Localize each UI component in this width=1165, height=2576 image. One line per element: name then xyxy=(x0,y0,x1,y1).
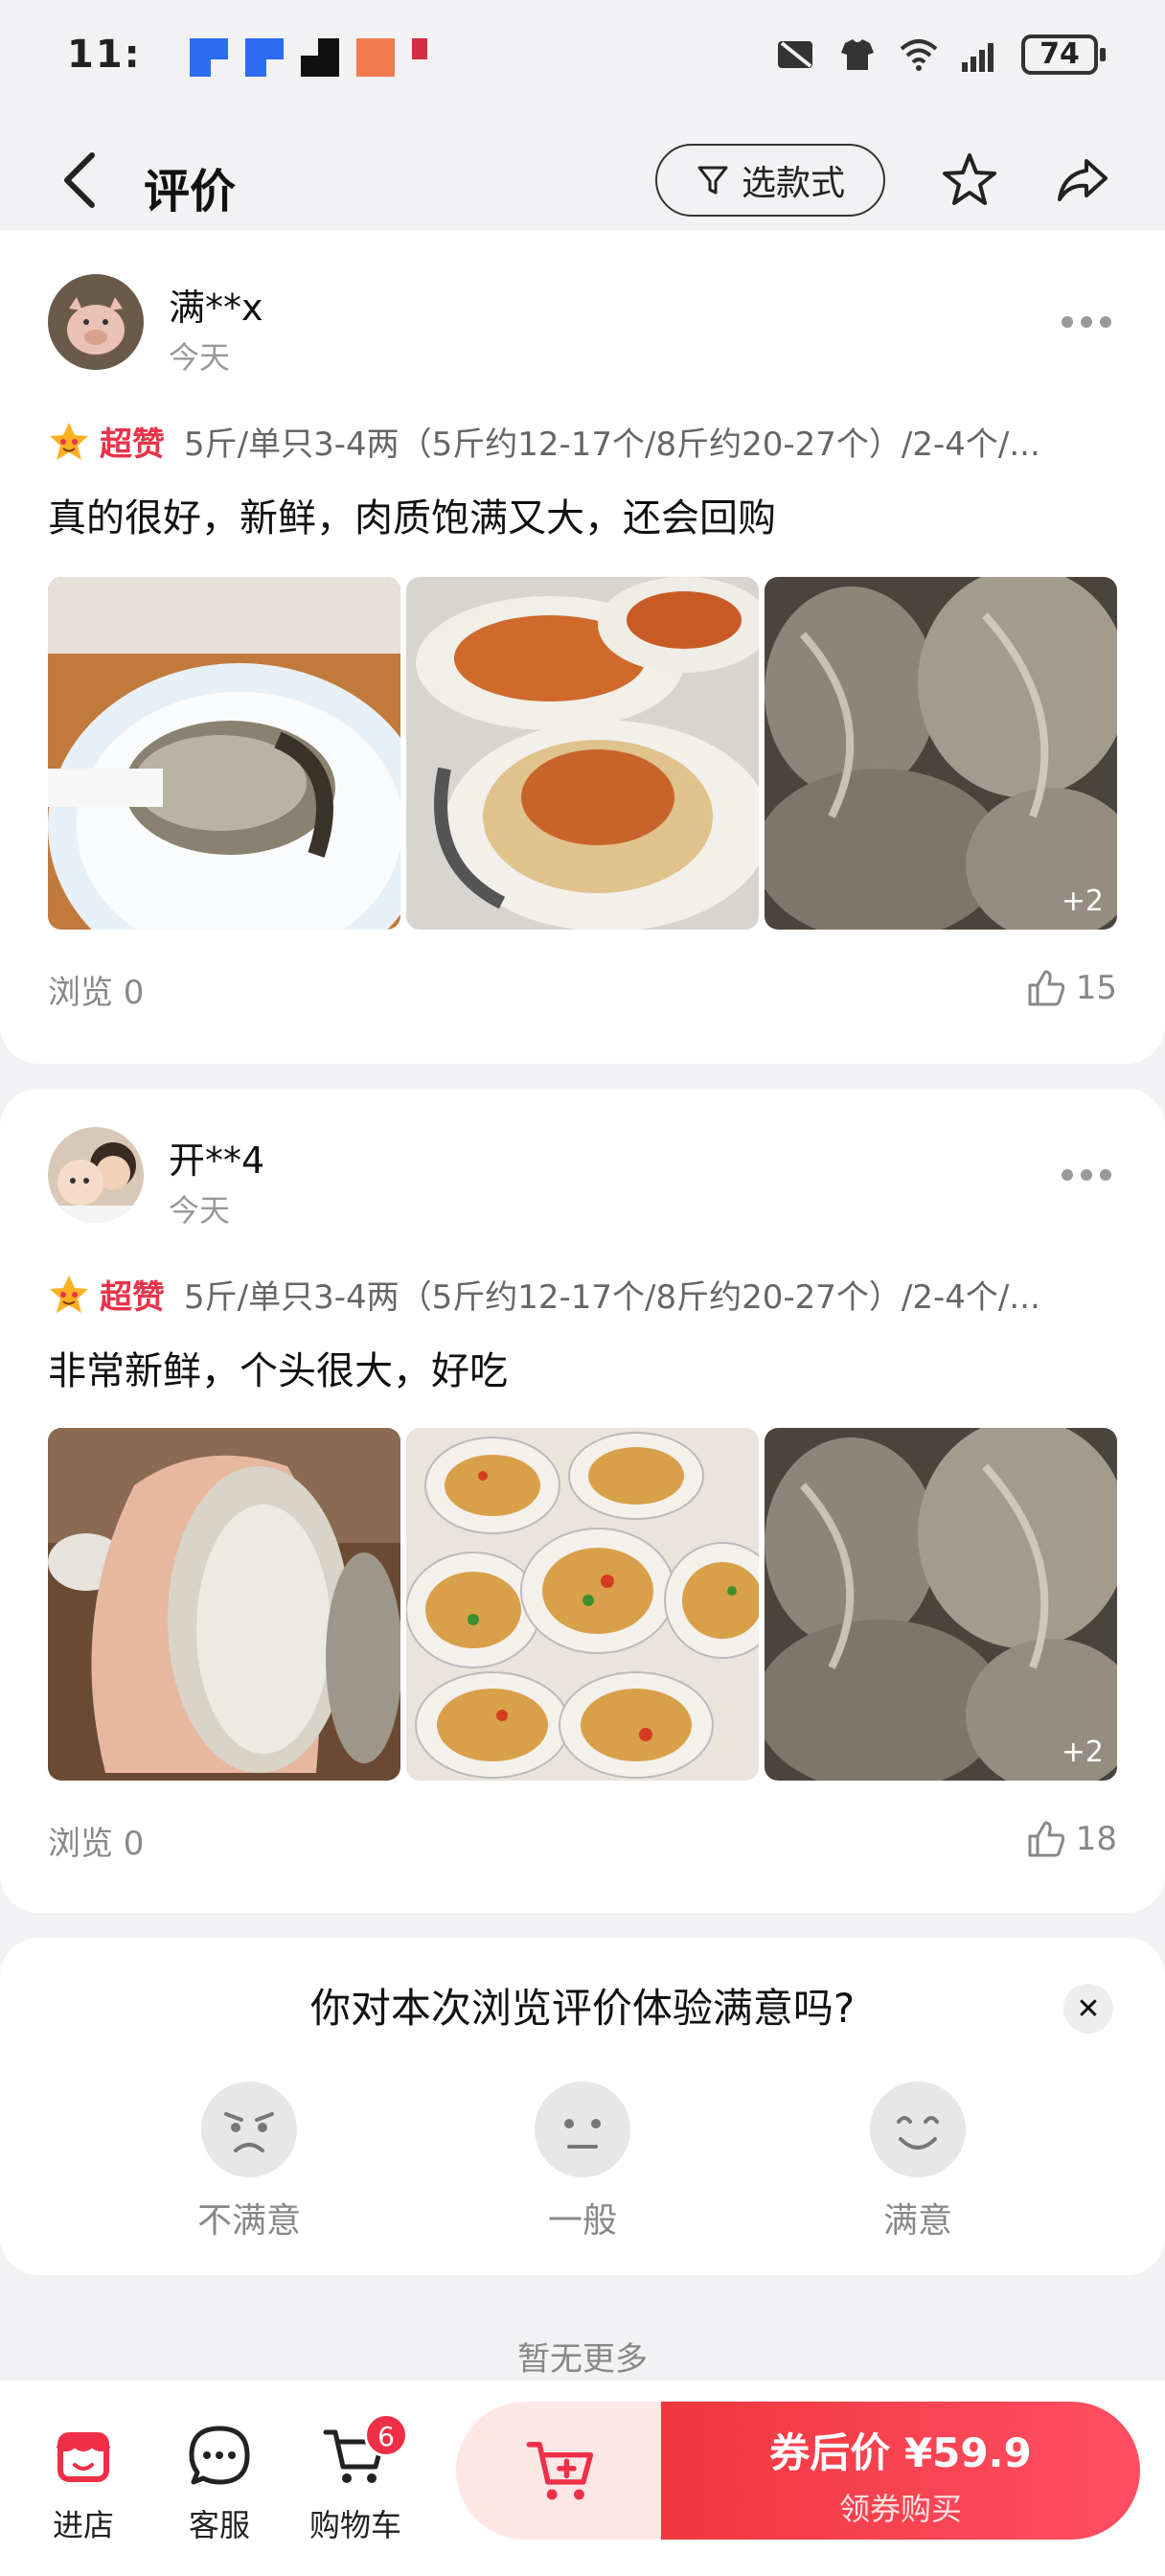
survey-option-satisfied[interactable]: 满意 xyxy=(832,2080,1004,2242)
store-icon xyxy=(56,2432,111,2482)
system-status-icons: 74 xyxy=(776,34,1106,75)
survey-option-unsatisfied[interactable]: 不满意 xyxy=(163,2080,335,2242)
more-photos-count: +2 xyxy=(1061,885,1104,918)
more-options-icon[interactable] xyxy=(1062,316,1111,330)
review-photos: +2 xyxy=(48,577,1117,930)
status-bar: 11: 74 xyxy=(0,0,1165,115)
star-face-icon xyxy=(50,1275,88,1313)
app-notification-icon xyxy=(190,38,228,77)
store-label: 进店 xyxy=(52,2507,114,2543)
select-style-button[interactable]: 选款式 xyxy=(655,144,885,217)
add-to-cart-icon xyxy=(526,2442,594,2500)
coupon-price: 券后价 ¥59.9 xyxy=(769,2429,1032,2476)
status-time: 11: xyxy=(67,33,142,77)
rating-tag: 超赞 xyxy=(100,1278,165,1317)
store-button[interactable]: 进店 xyxy=(31,2423,136,2545)
nfc-icon xyxy=(778,41,812,68)
like-button[interactable]: 18 xyxy=(1026,1819,1117,1859)
chat-bubble-icon xyxy=(189,2426,250,2485)
customer-service-label: 客服 xyxy=(188,2507,250,2543)
page-title: 评价 xyxy=(144,165,237,218)
like-count: 18 xyxy=(1075,1820,1117,1858)
customer-service-button[interactable]: 客服 xyxy=(167,2423,272,2545)
avatar[interactable] xyxy=(48,1127,144,1223)
review-page: 11: 74 评价 选款式 满**x 今天 超赞 5斤/单只3-4两（5斤约12… xyxy=(0,0,1165,2576)
product-spec: 5斤/单只3-4两（5斤约12-17个/8斤约20-27个）/2-4个/... xyxy=(184,426,1040,464)
app-notification-icon xyxy=(245,38,284,77)
more-photos-count: +2 xyxy=(1061,1736,1104,1769)
review-date: 今天 xyxy=(169,339,231,376)
review-photos: +2 xyxy=(48,1428,1117,1781)
more-options-icon[interactable] xyxy=(1062,1169,1111,1183)
thumbs-up-icon xyxy=(1028,970,1064,1006)
battery-indicator: 74 xyxy=(1021,34,1106,75)
reviewer-name: 开**4 xyxy=(169,1139,265,1182)
close-icon[interactable]: ✕ xyxy=(1063,1984,1113,2034)
happy-face-icon xyxy=(870,2082,966,2177)
review-photo[interactable] xyxy=(406,577,759,930)
review-photo[interactable] xyxy=(48,1428,400,1781)
review-photo[interactable] xyxy=(406,1428,759,1781)
star-face-icon xyxy=(50,422,88,460)
shopping-cart-label: 购物车 xyxy=(308,2507,401,2543)
select-style-label: 选款式 xyxy=(741,164,845,203)
review-text: 真的很好，新鲜，肉质饱满又大，还会回购 xyxy=(48,496,776,540)
review-date: 今天 xyxy=(169,1192,231,1229)
star-outline-icon[interactable] xyxy=(939,150,1000,211)
satisfaction-survey: 你对本次浏览评价体验满意吗? ✕ 不满意 一般 满意 xyxy=(0,1938,1165,2275)
add-to-cart-button[interactable] xyxy=(456,2402,667,2540)
survey-option-neutral[interactable]: 一般 xyxy=(496,2080,669,2242)
notification-icons xyxy=(190,38,437,77)
cart-count-badge: 6 xyxy=(364,2413,408,2457)
shirt-icon xyxy=(841,39,874,70)
review-card: 开**4 今天 超赞 5斤/单只3-4两（5斤约12-17个/8斤约20-27个… xyxy=(0,1089,1165,1913)
like-count: 15 xyxy=(1075,969,1117,1007)
app-notification-icon xyxy=(301,38,339,77)
neutral-face-icon xyxy=(535,2082,630,2177)
review-photo[interactable] xyxy=(48,577,400,930)
survey-option-label: 满意 xyxy=(882,2201,952,2241)
share-arrow-icon[interactable] xyxy=(1052,150,1113,211)
review-tag-row: 超赞 5斤/单只3-4两（5斤约12-17个/8斤约20-27个）/2-4个/.… xyxy=(48,418,1121,465)
chevron-left-icon[interactable] xyxy=(56,150,103,211)
survey-option-label: 不满意 xyxy=(196,2201,301,2241)
product-spec: 5斤/单只3-4两（5斤约12-17个/8斤约20-27个）/2-4个/... xyxy=(184,1278,1040,1317)
wifi-icon xyxy=(900,39,938,71)
avatar[interactable] xyxy=(48,274,144,370)
coupon-buy-label: 领券购买 xyxy=(838,2491,962,2527)
signal-icon xyxy=(962,43,994,72)
review-card: 满**x 今天 超赞 5斤/单只3-4两（5斤约12-17个/8斤约20-27个… xyxy=(0,230,1165,1064)
review-photo[interactable]: +2 xyxy=(765,1428,1117,1781)
review-text: 非常新鲜，个头很大，好吃 xyxy=(48,1349,508,1393)
survey-option-label: 一般 xyxy=(547,2201,617,2241)
view-count: 浏览 0 xyxy=(48,974,145,1012)
review-photo[interactable]: +2 xyxy=(765,577,1117,930)
rating-tag: 超赞 xyxy=(100,426,165,464)
funnel-icon xyxy=(697,166,728,195)
app-notification-icon xyxy=(412,38,437,77)
top-header: 评价 选款式 xyxy=(0,115,1165,249)
survey-question: 你对本次浏览评价体验满意吗? xyxy=(309,1985,856,2032)
unhappy-face-icon xyxy=(201,2082,297,2177)
reviewer-name: 满**x xyxy=(169,287,263,329)
thumbs-up-icon xyxy=(1028,1821,1064,1857)
no-more-text: 暂无更多 xyxy=(517,2340,648,2379)
review-tag-row: 超赞 5斤/单只3-4两（5斤约12-17个/8斤约20-27个）/2-4个/.… xyxy=(48,1271,1121,1318)
bottom-action-bar: 进店 客服 购物车 6 券后价 ¥59.9 领券购买 xyxy=(0,2380,1165,2576)
like-button[interactable]: 15 xyxy=(1026,968,1117,1008)
view-count: 浏览 0 xyxy=(48,1825,145,1863)
buy-with-coupon-button[interactable]: 券后价 ¥59.9 领券购买 xyxy=(661,2402,1140,2540)
app-notification-icon xyxy=(356,38,395,77)
shopping-cart-button[interactable]: 购物车 6 xyxy=(303,2413,408,2545)
